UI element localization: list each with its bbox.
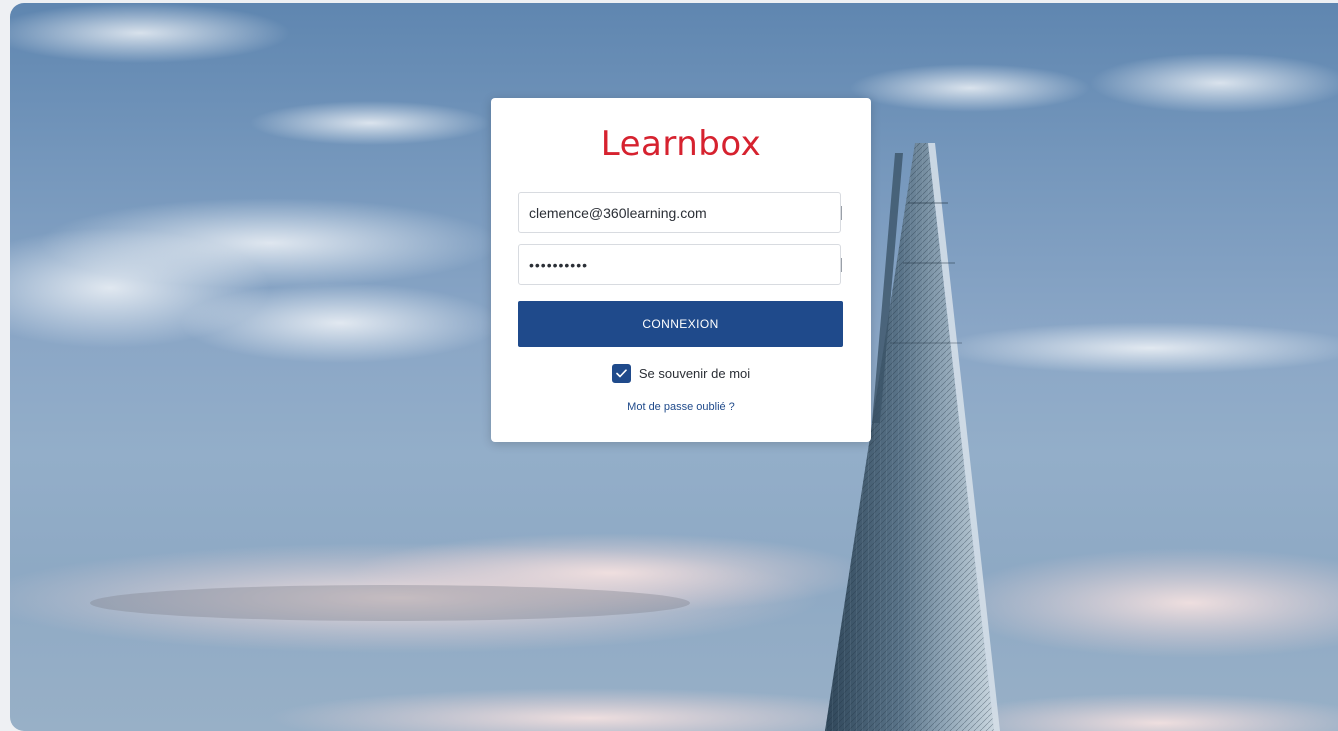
password-input-caret	[841, 258, 842, 272]
brand-logo: Learnbox	[600, 124, 762, 164]
forgot-password-link[interactable]: Mot de passe oublié ?	[491, 401, 871, 413]
email-input-caret	[841, 206, 842, 220]
app-window: Learnbox CONNEXION Se souvenir de moi Mo…	[10, 3, 1338, 731]
email-input[interactable]	[518, 192, 841, 233]
remember-me-row: Se souvenir de moi	[491, 364, 871, 383]
login-button[interactable]: CONNEXION	[518, 301, 843, 347]
remember-me-label[interactable]: Se souvenir de moi	[639, 366, 750, 381]
checkmark-icon	[616, 369, 627, 378]
password-input[interactable]	[518, 244, 841, 285]
remember-me-checkbox[interactable]	[611, 364, 631, 383]
login-card: Learnbox CONNEXION Se souvenir de moi Mo…	[491, 98, 871, 442]
